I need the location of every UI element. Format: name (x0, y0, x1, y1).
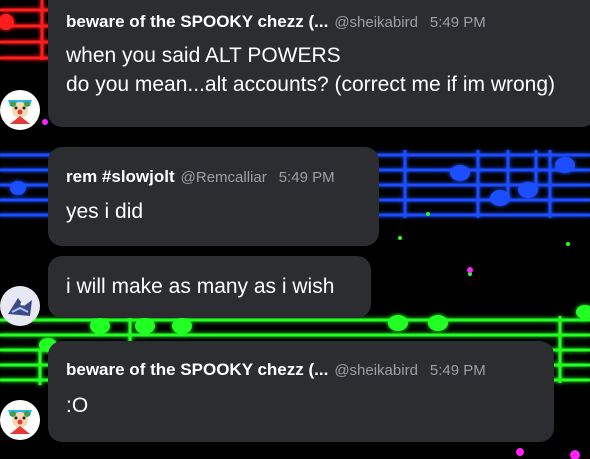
clown-avatar-icon[interactable] (0, 90, 40, 130)
message-text: when you said ALT POWERS (66, 44, 341, 67)
message-header: beware of the SPOOKY chezz (... @sheikab… (66, 12, 578, 32)
clown-avatar-icon[interactable] (0, 400, 40, 440)
message-text: yes i did (66, 200, 144, 223)
author-name[interactable]: rem #slowjolt (66, 167, 175, 187)
author-name[interactable]: beware of the SPOOKY chezz (... (66, 12, 328, 32)
message-text: do you mean...alt accounts? (correct me … (66, 73, 556, 96)
shark-avatar-icon[interactable] (0, 286, 40, 326)
message-text: i will make as many as i wish (66, 275, 335, 298)
author-handle: @sheikabird (334, 362, 418, 379)
timestamp: 5:49 PM (278, 169, 335, 186)
red-dot (42, 119, 48, 125)
message-text: :O (66, 394, 89, 417)
message-bubble[interactable]: i will make as many as i wish (48, 256, 371, 318)
message-bubble[interactable]: rem #slowjolt @Remcalliar 5:49 PM yes i … (48, 147, 379, 246)
message-header: beware of the SPOOKY chezz (... @sheikab… (66, 360, 536, 380)
timestamp: 5:49 PM (429, 362, 486, 379)
author-handle: @sheikabird (334, 14, 418, 31)
message-header: rem #slowjolt @Remcalliar 5:49 PM (66, 167, 361, 187)
author-handle: @Remcalliar (180, 169, 267, 186)
green-dots (398, 212, 570, 276)
timestamp: 5:49 PM (429, 14, 486, 31)
message-bubble[interactable]: beware of the SPOOKY chezz (... @sheikab… (48, 0, 590, 127)
author-name[interactable]: beware of the SPOOKY chezz (... (66, 360, 328, 380)
message-bubble[interactable]: beware of the SPOOKY chezz (... @sheikab… (48, 341, 554, 442)
red-note (0, 14, 14, 30)
